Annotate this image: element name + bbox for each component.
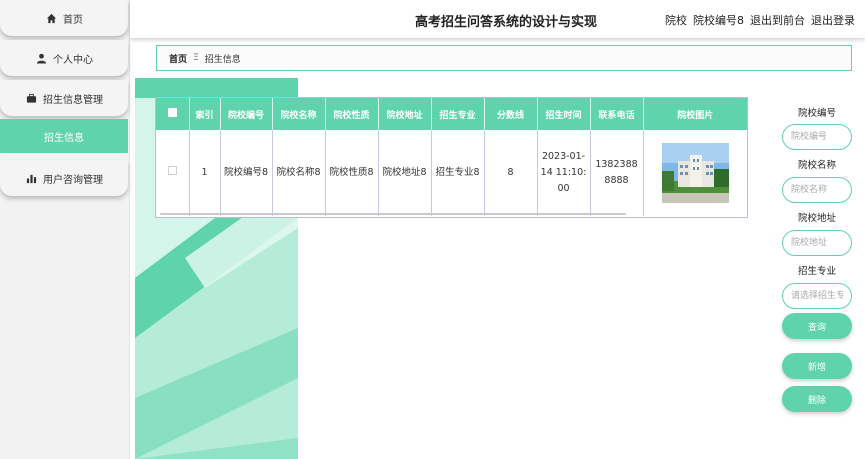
column-header: 院校性质 — [325, 98, 379, 130]
sidebar-item-label: 首页 — [63, 14, 83, 26]
top-header: 高考招生问答系统的设计与实现 院校 院校编号8 退出到前台 退出登录 — [130, 0, 865, 38]
breadcrumb-home[interactable]: 首页 — [169, 52, 187, 65]
column-header: 索引 — [189, 98, 221, 130]
school-code-input[interactable] — [782, 124, 852, 150]
column-header: 院校图片 — [643, 98, 747, 130]
user-role: 院校 — [665, 14, 687, 27]
sidebar-item-home[interactable]: 首页 — [0, 0, 128, 36]
sidebar-item-label: 招生信息管理 — [43, 94, 103, 106]
add-button[interactable]: 新增 — [782, 353, 852, 379]
school-address-input[interactable] — [782, 230, 852, 256]
column-header: 分数线 — [484, 98, 538, 130]
table-row[interactable]: 1 院校编号8 院校名称8 院校性质8 院校地址8 招生专业8 8 2023-0… — [156, 130, 747, 216]
user-icon — [35, 52, 47, 64]
sidebar-item-label: 用户咨询管理 — [43, 174, 103, 186]
bar-chart-icon — [25, 172, 37, 184]
major-select[interactable] — [782, 283, 852, 309]
school-name-input[interactable] — [782, 177, 852, 203]
column-header: 院校编号 — [220, 98, 273, 130]
sidebar: 首页 个人中心 招生信息管理 招生信息 用户咨询管理 — [0, 0, 130, 459]
cell-time: 2023-01-14 11:10:00 — [537, 130, 591, 216]
sidebar-item-profile[interactable]: 个人中心 — [0, 40, 128, 76]
breadcrumb-separator-icon: Ξ — [193, 53, 199, 63]
select-all-checkbox[interactable] — [156, 98, 190, 130]
home-icon — [45, 12, 57, 24]
cell-phone: 13823888888 — [590, 130, 644, 216]
school-code-label: 院校编号 — [797, 108, 836, 119]
row-checkbox[interactable] — [156, 130, 190, 216]
user-name: 院校编号8 — [693, 14, 744, 27]
delete-button[interactable]: 删除 — [782, 386, 852, 412]
column-header: 招生专业 — [431, 98, 485, 130]
campus-building-image[interactable] — [661, 143, 729, 203]
sidebar-item-consultation-management[interactable]: 用户咨询管理 — [0, 160, 128, 196]
school-name-label: 院校名称 — [797, 160, 836, 171]
column-header: 联系电话 — [590, 98, 644, 130]
briefcase-icon — [25, 92, 37, 104]
major-label: 招生专业 — [797, 266, 836, 277]
breadcrumb-current: 招生信息 — [204, 54, 241, 65]
table-header-row: 索引 院校编号 院校名称 院校性质 院校地址 招生专业 分数线 招生时间 联系电… — [156, 98, 747, 130]
sidebar-item-admissions-management[interactable]: 招生信息管理 — [0, 80, 128, 116]
column-header: 院校名称 — [272, 98, 326, 130]
cell-major: 招生专业8 — [431, 130, 485, 216]
back-to-front-link[interactable]: 退出到前台 — [750, 12, 805, 28]
header-user-area: 院校 院校编号8 退出到前台 退出登录 — [665, 12, 855, 28]
admissions-table: 索引 院校编号 院校名称 院校性质 院校地址 招生专业 分数线 招生时间 联系电… — [155, 97, 748, 218]
cell-school-code: 院校编号8 — [220, 130, 273, 216]
sidebar-item-label: 个人中心 — [53, 54, 93, 66]
cell-score: 8 — [484, 130, 538, 216]
cell-index: 1 — [189, 130, 221, 216]
column-header: 院校地址 — [378, 98, 432, 130]
cell-image — [643, 130, 747, 216]
breadcrumb: 首页 Ξ 招生信息 — [156, 45, 852, 71]
sidebar-item-label: 招生信息 — [44, 132, 84, 144]
cell-address: 院校地址8 — [378, 130, 432, 216]
cell-nature: 院校性质8 — [325, 130, 379, 216]
logout-link[interactable]: 退出登录 — [811, 12, 855, 28]
app-title: 高考招生问答系统的设计与实现 — [415, 15, 598, 30]
school-address-label: 院校地址 — [797, 213, 836, 224]
horizontal-scrollbar[interactable] — [160, 213, 626, 215]
sidebar-item-admissions[interactable]: 招生信息 — [0, 119, 128, 153]
column-header: 招生时间 — [537, 98, 591, 130]
cell-school-name: 院校名称8 — [272, 130, 326, 216]
query-button[interactable]: 查询 — [782, 313, 852, 339]
